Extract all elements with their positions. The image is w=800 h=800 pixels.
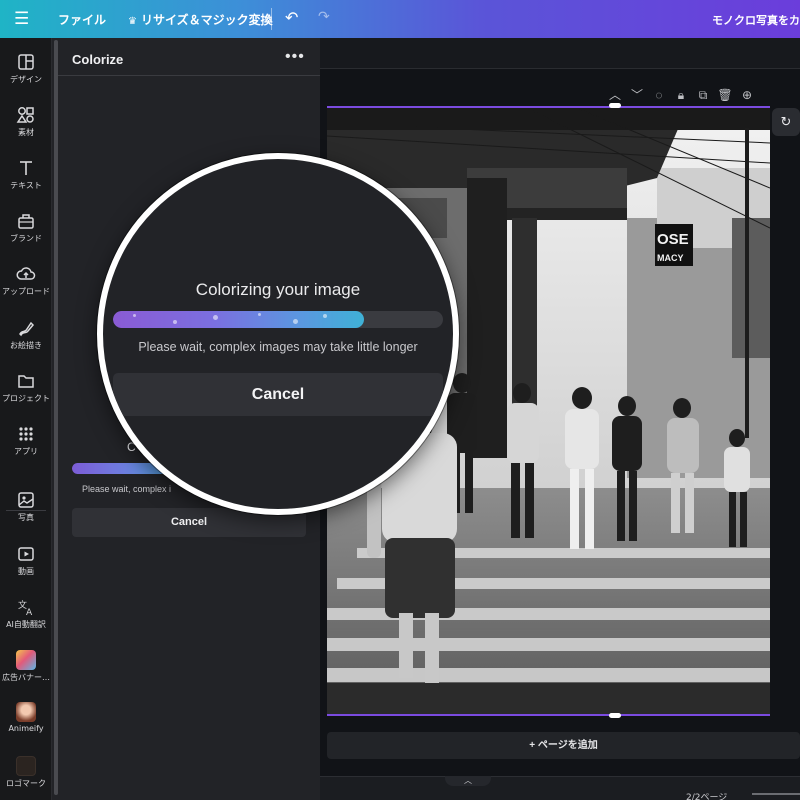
rail-label: テキスト [10, 181, 42, 190]
rail-label: アプリ [14, 447, 38, 456]
undo-icon[interactable]: ↶ [285, 8, 298, 28]
panel-scrollbar[interactable] [54, 40, 58, 795]
left-rail: デザイン 素材 テキスト ブランド アップロード お絵描き プロジェクト アプリ… [0, 38, 52, 800]
rail-item-apps[interactable]: アプリ [0, 424, 52, 457]
text-icon [20, 161, 32, 175]
layout-icon [18, 54, 34, 70]
rail-item-ad-banner-app[interactable]: 広告バナー… [0, 650, 52, 683]
panel-title: Colorize [72, 52, 124, 67]
ad-banner-app-thumbnail [16, 650, 36, 670]
svg-text:A: A [26, 608, 33, 617]
sparkle [133, 314, 136, 317]
chevron-up-icon[interactable]: ︿ [445, 776, 491, 786]
rail-label: お絵描き [10, 341, 42, 350]
chevron-down-icon[interactable]: ﹀ [626, 86, 648, 103]
brand-icon [18, 214, 34, 229]
shapes-icon [16, 107, 34, 123]
sparkle [173, 320, 177, 324]
sparkle [323, 314, 327, 318]
page-resize-handle-bottom[interactable] [609, 713, 621, 718]
page-resize-handle-top[interactable] [609, 103, 621, 108]
canvas-header-strip [320, 38, 800, 68]
draw-icon [19, 321, 35, 337]
rail-label: ブランド [10, 234, 42, 243]
rail-item-text[interactable]: テキスト [0, 158, 52, 191]
top-bar: ☰ ファイル ♛リサイズ＆マジック変換 ↶ ↷ モノクロ写真をカラー [0, 0, 800, 38]
rail-label: 素材 [18, 128, 34, 137]
resize-magic-switch-button[interactable]: ♛ リサイズ＆マジック変換 [128, 11, 273, 28]
rail-label: 動画 [18, 567, 34, 576]
rail-item-elements[interactable]: 素材 [0, 105, 52, 138]
sparkle [293, 319, 298, 324]
photo-sign-ose: OSE [657, 231, 689, 248]
zoom-slider[interactable] [752, 793, 800, 795]
rail-label: ロゴマーク [6, 779, 46, 788]
panel-divider [58, 75, 320, 76]
folder-icon [18, 375, 34, 388]
rail-item-brand[interactable]: ブランド [0, 211, 52, 244]
video-icon [18, 547, 34, 561]
rail-label: 広告バナー… [2, 673, 50, 682]
rail-label: AI自動翻訳 [6, 620, 46, 629]
document-title[interactable]: モノクロ写真をカラー [712, 12, 800, 28]
magnifier-callout: Colorizing your image Please wait, compl… [97, 153, 459, 515]
add-page-button[interactable]: + ページを追加 [327, 732, 800, 759]
photo-sign-macy: MACY [657, 253, 684, 263]
rail-item-animeify-app[interactable]: Animeify [0, 702, 52, 733]
rail-item-projects[interactable]: プロジェクト [0, 371, 52, 404]
logo-app-thumbnail [16, 756, 36, 776]
more-horizontal-icon[interactable]: ••• [285, 48, 305, 66]
photo-icon [18, 492, 34, 508]
apps-icon [19, 427, 33, 441]
rail-item-ai-translate[interactable]: 文A AI自動翻訳 [0, 597, 52, 630]
refresh-icon[interactable]: ↻ [772, 108, 800, 136]
rail-item-photos[interactable]: 写真 [0, 490, 52, 523]
chevron-up-icon[interactable]: ︿ [604, 86, 626, 103]
rail-item-design[interactable]: デザイン [0, 52, 52, 85]
upload-icon [16, 267, 36, 280]
page-toolbar: ︿ ﹀ ◌ 🔒︎ ⧉ 🗑︎ ⊕ [604, 86, 758, 104]
progress-message: Please wait, complex images may take lit… [138, 340, 418, 354]
sparkle [258, 313, 261, 316]
panel-progress-message: Please wait, complex i [82, 484, 172, 494]
bottom-status-bar [320, 776, 800, 800]
hide-icon[interactable]: ◌ [648, 88, 670, 102]
rail-item-video[interactable]: 動画 [0, 544, 52, 577]
rail-label: アップロード [2, 287, 50, 296]
sparkle [213, 315, 218, 320]
translate-icon: 文A [18, 599, 33, 617]
progress-bar [113, 311, 443, 328]
rail-label: プロジェクト [2, 394, 50, 403]
canvas-header-divider [320, 68, 800, 69]
rail-item-draw[interactable]: お絵描き [0, 318, 52, 351]
crown-icon: ♛ [128, 16, 137, 27]
rail-item-upload[interactable]: アップロード [0, 264, 52, 297]
page-count[interactable]: 2/2ページ [686, 790, 727, 800]
hamburger-icon[interactable]: ☰ [14, 9, 36, 29]
add-page-icon[interactable]: ⊕ [736, 88, 758, 102]
trash-icon[interactable]: 🗑︎ [714, 88, 736, 102]
cancel-button[interactable]: Cancel [113, 373, 443, 416]
animeify-app-thumbnail [16, 702, 36, 722]
resize-label: リサイズ＆マジック変換 [140, 13, 273, 27]
lock-icon[interactable]: 🔒︎ [670, 88, 692, 103]
rail-label: デザイン [10, 75, 42, 84]
toolbar-divider [271, 8, 272, 30]
rail-label: Animeify [8, 724, 44, 733]
rail-label: 写真 [18, 513, 34, 522]
redo-icon[interactable]: ↷ [318, 8, 330, 25]
file-menu-button[interactable]: ファイル [58, 11, 106, 28]
duplicate-icon[interactable]: ⧉ [692, 88, 714, 103]
progress-title: Colorizing your image [195, 280, 361, 299]
rail-item-logo-app[interactable]: ロゴマーク [0, 756, 52, 789]
progress-fill [113, 311, 364, 328]
